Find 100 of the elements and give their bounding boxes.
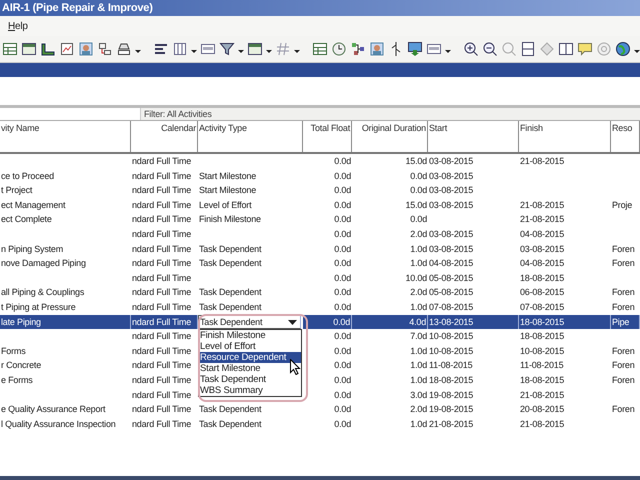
table-cell-text: 2.0d — [409, 286, 428, 300]
table-cell[interactable]: ndard Full Time — [131, 388, 198, 402]
table-cell-text: Foren — [611, 286, 636, 300]
table-cell-text: Foren — [611, 344, 636, 358]
column-header[interactable]: vity Name — [0, 121, 131, 152]
comment-icon[interactable] — [577, 41, 593, 57]
column-header[interactable]: Calendar — [131, 121, 198, 152]
menu-item[interactable]: Help — [8, 20, 28, 32]
table-cell-text: Task Dependent — [198, 286, 262, 300]
table-cell-text: ce to Proceed — [0, 170, 55, 183]
table-cell-text: 1.0d — [409, 418, 428, 431]
table-cell-text: Foren — [611, 242, 636, 256]
stamp-icon[interactable] — [116, 41, 132, 57]
table-cell[interactable]: ndard Full Time — [131, 314, 198, 330]
table-cell-text: 21-08-2015 — [519, 213, 566, 226]
list-icon[interactable] — [312, 41, 328, 57]
column-header[interactable]: Finish — [519, 121, 611, 152]
table-cell-text: Level of Effort — [198, 198, 252, 212]
table-cell-text: ect Management — [0, 198, 66, 212]
table-cell-text: 0.0d — [333, 184, 352, 198]
table-cell-text: 1.0d — [409, 242, 428, 256]
table-cell-text: 03-08-2015 — [428, 184, 474, 198]
columns-icon[interactable] — [172, 41, 188, 57]
table-cell[interactable]: ndard Full Time — [131, 168, 198, 184]
column-header[interactable]: Start — [428, 121, 519, 152]
table-cell-text: 2.0d — [409, 228, 428, 241]
table-cell[interactable]: ndard Full Time — [131, 300, 198, 315]
table-cell[interactable]: ndard Full Time — [131, 372, 198, 388]
table-cell[interactable]: ndard Full Time — [131, 256, 198, 271]
filter-label: Filter: All Activities — [140, 108, 640, 120]
table-cell[interactable]: ndard Full Time — [131, 358, 198, 373]
zoom-out-icon[interactable] — [482, 41, 498, 57]
table-cell-text: 0.0d — [333, 344, 352, 358]
column-header[interactable]: Original Duration — [352, 121, 428, 152]
table-cell-text: 03-08-2015 — [428, 170, 474, 183]
table-cell[interactable]: ndard Full Time — [131, 285, 198, 300]
window-icon[interactable] — [247, 41, 263, 57]
table-cell[interactable]: ndard Full Time — [131, 212, 198, 227]
document-icon[interactable] — [59, 41, 75, 57]
table-cell-text: 15.0d — [404, 198, 428, 212]
network-icon[interactable] — [350, 41, 366, 57]
table-cell-text: 05-08-2015 — [428, 286, 474, 300]
columns-icon[interactable] — [558, 41, 574, 57]
table-cell-text: 04-08-2015 — [428, 257, 474, 270]
zoom-in-icon[interactable] — [463, 41, 479, 57]
table-cell-text: 10-08-2015 — [428, 344, 474, 358]
bar-chart-icon[interactable] — [153, 41, 169, 57]
table-cell[interactable]: ndard Full Time — [131, 402, 198, 417]
table-cell-text: 0.0d — [333, 155, 352, 168]
split-icon[interactable] — [520, 41, 536, 57]
table-cell-text: Task Dependent — [198, 418, 262, 431]
caret-icon[interactable] — [288, 320, 297, 326]
panel-icon[interactable] — [426, 41, 442, 57]
table-cell-text: all Piping & Couplings — [0, 286, 86, 300]
table-cell-text: Foren — [611, 374, 636, 387]
table-cell-text: 0.0d — [409, 184, 428, 198]
table-cell[interactable]: ndard Full Time — [131, 226, 198, 242]
table-cell-text: 0.0d — [333, 170, 352, 183]
column-header[interactable]: Reso — [611, 121, 640, 152]
table-cell-text: 0.0d — [333, 418, 352, 431]
table-cell[interactable]: ndard Full Time — [131, 329, 198, 344]
table-icon[interactable] — [2, 41, 18, 57]
dropdown-option[interactable]: Level of Effort — [199, 341, 301, 352]
globe-icon[interactable] — [615, 41, 631, 57]
people-icon[interactable] — [78, 41, 94, 57]
table-cell-text: 1.0d — [409, 344, 428, 358]
table-cell-text: Foren — [611, 403, 636, 416]
table-cell[interactable]: ndard Full Time — [131, 242, 198, 256]
table-cell-text: 07-08-2015 — [519, 300, 566, 314]
table-cell-text: 03-08-2015 — [519, 242, 566, 256]
download-icon[interactable] — [407, 41, 423, 57]
table-cell: 0.0d — [303, 314, 352, 330]
dropdown-option[interactable]: Resource Dependent — [199, 352, 301, 364]
table-cell-text: 1.0d — [409, 374, 428, 387]
panel-icon[interactable] — [200, 41, 216, 57]
table-cell-text: 18-08-2015 — [428, 374, 474, 387]
table-cell-text: 21-08-2015 — [519, 418, 566, 431]
table-cell: 4.0d — [352, 314, 428, 330]
table-cell-text: e Quality Assurance Report — [0, 403, 106, 416]
filter-icon[interactable] — [219, 41, 235, 57]
dropdown-option[interactable]: WBS Summary — [199, 385, 301, 396]
column-header[interactable]: Total Float — [303, 121, 352, 152]
dropdown-option[interactable]: Finish Milestone — [199, 330, 301, 342]
table-cell[interactable]: ndard Full Time — [131, 344, 198, 358]
table-cell-text: Task Dependent — [198, 403, 262, 416]
table-cell[interactable]: ndard Full Time — [131, 183, 198, 198]
dropdown-option[interactable]: Task Dependent — [199, 374, 301, 386]
table-cell[interactable]: ndard Full Time — [131, 270, 198, 286]
table-cell[interactable]: ndard Full Time — [131, 198, 198, 212]
table-cell-text: 0.0d — [333, 286, 352, 300]
clock-icon[interactable] — [331, 41, 347, 57]
table-cell-text: 0.0d — [333, 300, 352, 314]
table-cell-text: 0.0d — [333, 213, 352, 226]
layout-icon[interactable] — [21, 41, 37, 57]
table-cell-text: 0.0d — [333, 242, 352, 256]
column-header[interactable]: Activity Type — [198, 121, 303, 152]
table-cell-text: n Piping System — [0, 242, 64, 256]
table-cell[interactable]: ndard Full Time — [131, 416, 198, 432]
table-cell[interactable]: ndard Full Time — [131, 154, 198, 169]
table-cell: 13-08-2015 — [428, 314, 519, 330]
